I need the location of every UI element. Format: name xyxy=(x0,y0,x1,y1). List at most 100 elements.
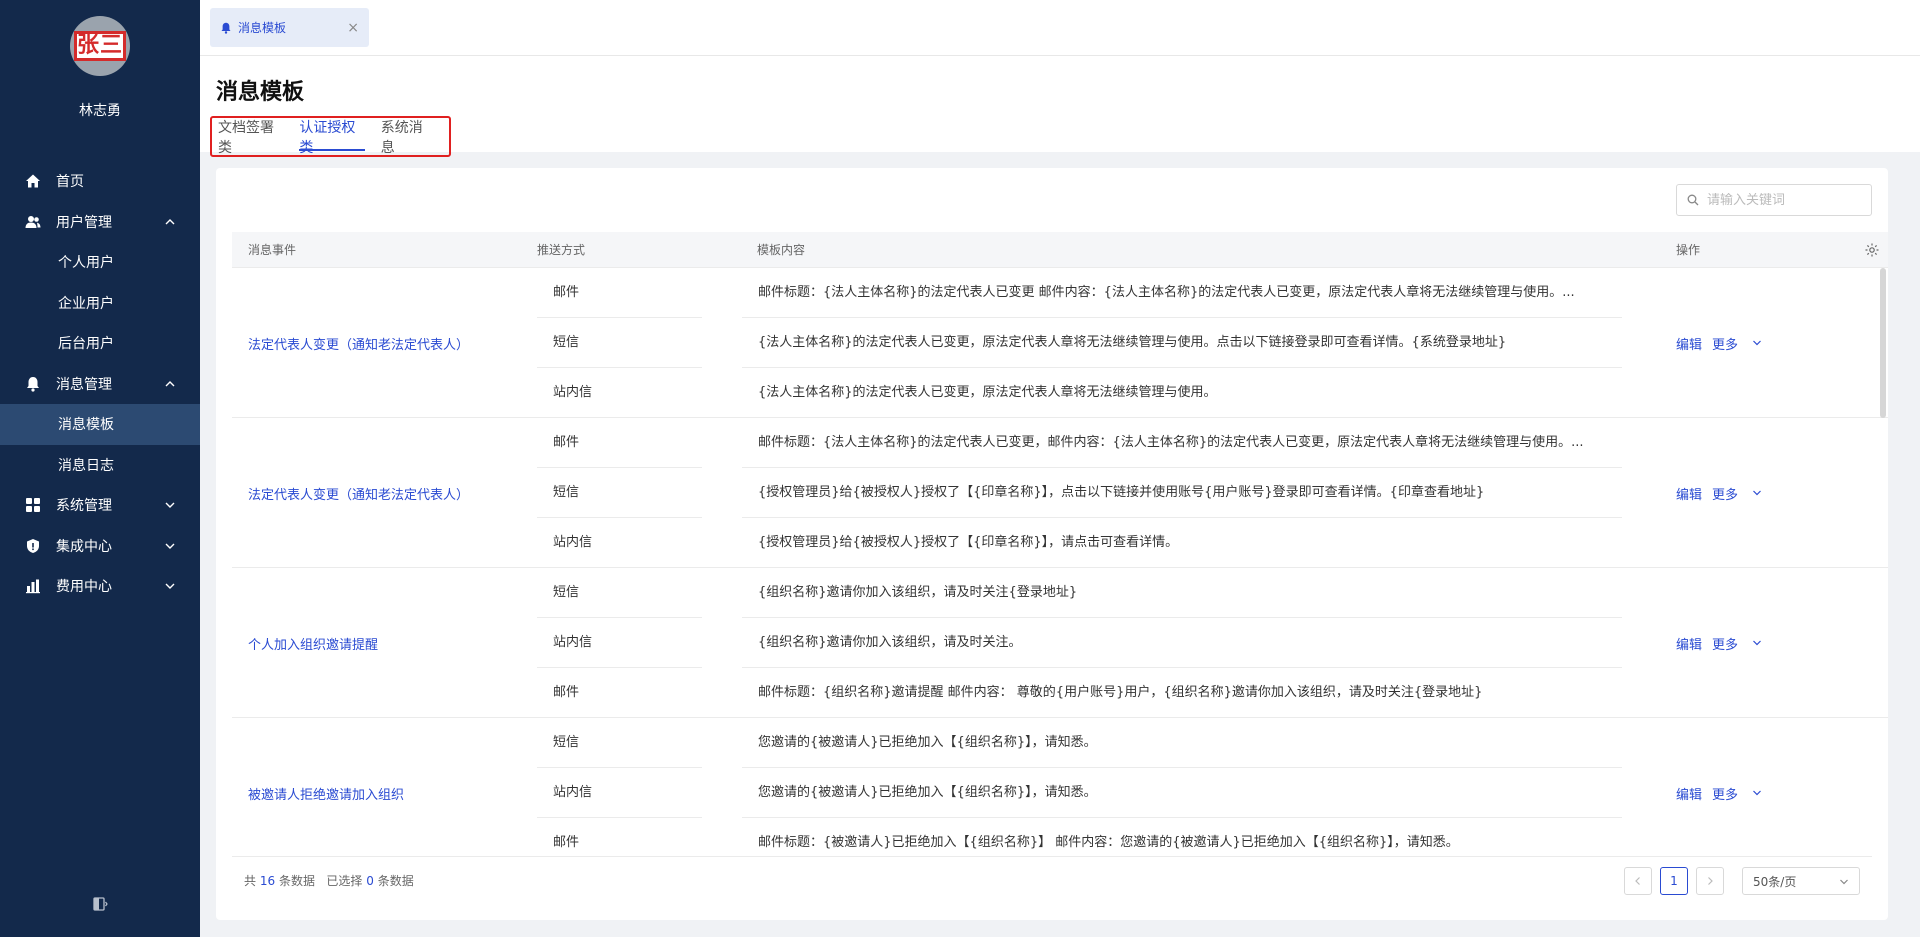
prev-page-button[interactable] xyxy=(1624,867,1652,895)
bar-chart-icon xyxy=(24,577,42,595)
row-actions: 编辑 更多 xyxy=(1676,718,1772,854)
push-method: 短信 xyxy=(537,568,702,618)
sidebar-nav: 首页 用户管理 个人用户 企业用户 后台用户 消息管理 消息模板 消息日志 系统… xyxy=(0,161,200,607)
record-summary: 共 16 条数据 已选择 0 条数据 xyxy=(244,857,414,905)
chevron-down-icon xyxy=(164,540,176,552)
users-icon xyxy=(24,213,42,231)
event-link[interactable]: 法定代表人变更（通知老法定代表人） xyxy=(248,418,469,568)
grid-icon xyxy=(24,496,42,514)
search-box[interactable] xyxy=(1676,184,1872,216)
template-content: {法人主体名称}的法定代表人已变更，原法定代表人章将无法继续管理与使用。点击以下… xyxy=(742,318,1622,368)
more-dropdown[interactable]: 更多 xyxy=(1712,634,1762,653)
event-link[interactable]: 被邀请人拒绝邀请加入组织 xyxy=(248,718,404,854)
event-link[interactable]: 个人加入组织邀请提醒 xyxy=(248,568,378,718)
tab-auth-authorization[interactable]: 认证授权类 xyxy=(299,118,366,156)
table-row: 邮件 邮件标题：{法人主体名称}的法定代表人已变更，邮件内容：{法人主体名称}的… xyxy=(537,418,1867,468)
template-content: 您邀请的{被邀请人}已拒绝加入【{组织名称}】，请知悉。 xyxy=(742,718,1622,768)
event-link[interactable]: 法定代表人变更（通知老法定代表人） xyxy=(248,268,469,418)
selected-count: 0 xyxy=(366,874,374,888)
chevron-up-icon xyxy=(164,216,176,228)
table-row-group: 被邀请人拒绝邀请加入组织 短信 您邀请的{被邀请人}已拒绝加入【{组织名称}】，… xyxy=(232,718,1888,854)
collapse-sidebar-icon[interactable] xyxy=(92,896,108,912)
table-scrollbar[interactable] xyxy=(1880,268,1886,418)
sidebar-item-label: 消息管理 xyxy=(56,376,112,393)
close-icon[interactable]: × xyxy=(347,20,359,36)
sidebar-item-label: 用户管理 xyxy=(56,214,112,231)
sidebar-item-integration-center[interactable]: 集成中心 xyxy=(0,526,200,567)
push-method: 短信 xyxy=(537,718,702,768)
template-content: 邮件标题：{组织名称}邀请提醒 邮件内容： 尊敬的{用户账号}用户，{组织名称}… xyxy=(758,685,1483,700)
sidebar-item-billing-center[interactable]: 费用中心 xyxy=(0,566,200,607)
template-content: {授权管理员}给{被授权人}授权了【{印章名称}】，请点击可查看详情。 xyxy=(758,535,1179,550)
username: 林志勇 xyxy=(79,103,121,119)
table-header: 消息事件 推送方式 模板内容 操作 xyxy=(232,232,1888,268)
template-content: 您邀请的{被邀请人}已拒绝加入【{组织名称}】，请知悉。 xyxy=(742,768,1622,818)
sidebar-item-label: 企业用户 xyxy=(58,295,114,312)
template-content: 邮件标题：{法人主体名称}的法定代表人已变更 邮件内容：{法人主体名称}的法定代… xyxy=(742,268,1622,318)
category-tabs: 文档签署类 认证授权类 系统消息 xyxy=(210,116,451,157)
table-row-group: 法定代表人变更（通知老法定代表人） 邮件 邮件标题：{法人主体名称}的法定代表人… xyxy=(232,418,1888,568)
push-method: 站内信 xyxy=(553,535,593,550)
more-dropdown[interactable]: 更多 xyxy=(1712,334,1762,353)
sidebar-item-personal-users[interactable]: 个人用户 xyxy=(0,242,200,283)
chevron-down-icon xyxy=(164,580,176,592)
avatar[interactable]: 张三 xyxy=(70,16,130,76)
page-button-current[interactable]: 1 xyxy=(1660,867,1688,895)
sidebar-item-system-management[interactable]: 系统管理 xyxy=(0,485,200,526)
chevron-left-icon xyxy=(1635,877,1640,885)
table-row: 站内信 {组织名称}邀请你加入该组织，请及时关注。 xyxy=(537,618,1867,668)
sidebar-item-label: 消息模板 xyxy=(58,417,114,434)
row-actions: 编辑 更多 xyxy=(1676,268,1772,418)
page-title: 消息模板 xyxy=(216,80,305,105)
sidebar: 张三 林志勇 首页 用户管理 个人用户 企业用户 后台用户 消息管理 消息模板 … xyxy=(0,0,200,937)
push-method: 邮件 xyxy=(537,268,702,318)
more-dropdown[interactable]: 更多 xyxy=(1712,484,1762,503)
sidebar-item-message-management[interactable]: 消息管理 xyxy=(0,364,200,405)
header-ops: 操作 xyxy=(1676,243,1701,257)
shield-icon xyxy=(24,537,42,555)
chevron-up-icon xyxy=(164,378,176,390)
sidebar-item-label: 系统管理 xyxy=(56,498,112,515)
chevron-down-icon xyxy=(1753,340,1761,346)
gear-icon[interactable] xyxy=(1864,242,1880,258)
tab-document-signing[interactable]: 文档签署类 xyxy=(218,118,283,156)
edit-button[interactable]: 编辑 xyxy=(1676,634,1702,653)
page-header: 消息模板 文档签署类 认证授权类 系统消息 xyxy=(200,56,1920,157)
sidebar-item-user-management[interactable]: 用户管理 xyxy=(0,202,200,243)
sidebar-item-backend-users[interactable]: 后台用户 xyxy=(0,323,200,364)
push-method: 邮件 xyxy=(553,685,580,700)
tab-system-messages[interactable]: 系统消息 xyxy=(381,118,433,156)
sidebar-item-enterprise-users[interactable]: 企业用户 xyxy=(0,283,200,324)
sidebar-item-home[interactable]: 首页 xyxy=(0,161,200,202)
edit-button[interactable]: 编辑 xyxy=(1676,484,1702,503)
edit-button[interactable]: 编辑 xyxy=(1676,784,1702,803)
table-footer: 共 16 条数据 已选择 0 条数据 1 50条/页 xyxy=(232,856,1872,904)
sidebar-item-message-template[interactable]: 消息模板 xyxy=(0,404,200,445)
sidebar-item-message-log[interactable]: 消息日志 xyxy=(0,445,200,486)
open-tab-message-template[interactable]: 消息模板 × xyxy=(210,8,369,47)
total-count: 16 xyxy=(259,874,276,888)
sidebar-item-label: 个人用户 xyxy=(58,255,114,272)
row-actions: 编辑 更多 xyxy=(1676,568,1772,718)
chevron-right-icon xyxy=(1708,877,1713,885)
more-dropdown[interactable]: 更多 xyxy=(1712,784,1762,803)
table-row: 邮件 邮件标题：{被邀请人}已拒绝加入【{组织名称}】 邮件内容：您邀请的{被邀… xyxy=(537,818,1867,854)
page-size-select[interactable]: 50条/页 xyxy=(1742,867,1860,895)
template-content: {授权管理员}给{被授权人}授权了【{印章名称}】，点击以下链接并使用账号{用户… xyxy=(742,468,1622,518)
table-row-group: 个人加入组织邀请提醒 短信 {组织名称}邀请你加入该组织，请及时关注{登录地址}… xyxy=(232,568,1888,718)
topbar: 消息模板 × xyxy=(200,0,1920,56)
selected-suffix: 条数据 xyxy=(377,874,414,888)
table-row: 站内信 {授权管理员}给{被授权人}授权了【{印章名称}】，请点击可查看详情。 xyxy=(537,518,1867,568)
table-body: 法定代表人变更（通知老法定代表人） 邮件 邮件标题：{法人主体名称}的法定代表人… xyxy=(232,268,1888,854)
next-page-button[interactable] xyxy=(1696,867,1724,895)
push-method: 短信 xyxy=(537,318,702,368)
template-content: 邮件标题：{被邀请人}已拒绝加入【{组织名称}】 邮件内容：您邀请的{被邀请人}… xyxy=(758,835,1459,850)
search-input[interactable] xyxy=(1707,192,1857,208)
table-row: 邮件 邮件标题：{法人主体名称}的法定代表人已变更 邮件内容：{法人主体名称}的… xyxy=(537,268,1867,318)
push-method: 站内信 xyxy=(537,618,702,668)
table-row: 站内信 您邀请的{被邀请人}已拒绝加入【{组织名称}】，请知悉。 xyxy=(537,768,1867,818)
sidebar-item-label: 后台用户 xyxy=(58,336,114,353)
edit-button[interactable]: 编辑 xyxy=(1676,334,1702,353)
table-row: 短信 {授权管理员}给{被授权人}授权了【{印章名称}】，点击以下链接并使用账号… xyxy=(537,468,1867,518)
table-row: 短信 您邀请的{被邀请人}已拒绝加入【{组织名称}】，请知悉。 xyxy=(537,718,1867,768)
